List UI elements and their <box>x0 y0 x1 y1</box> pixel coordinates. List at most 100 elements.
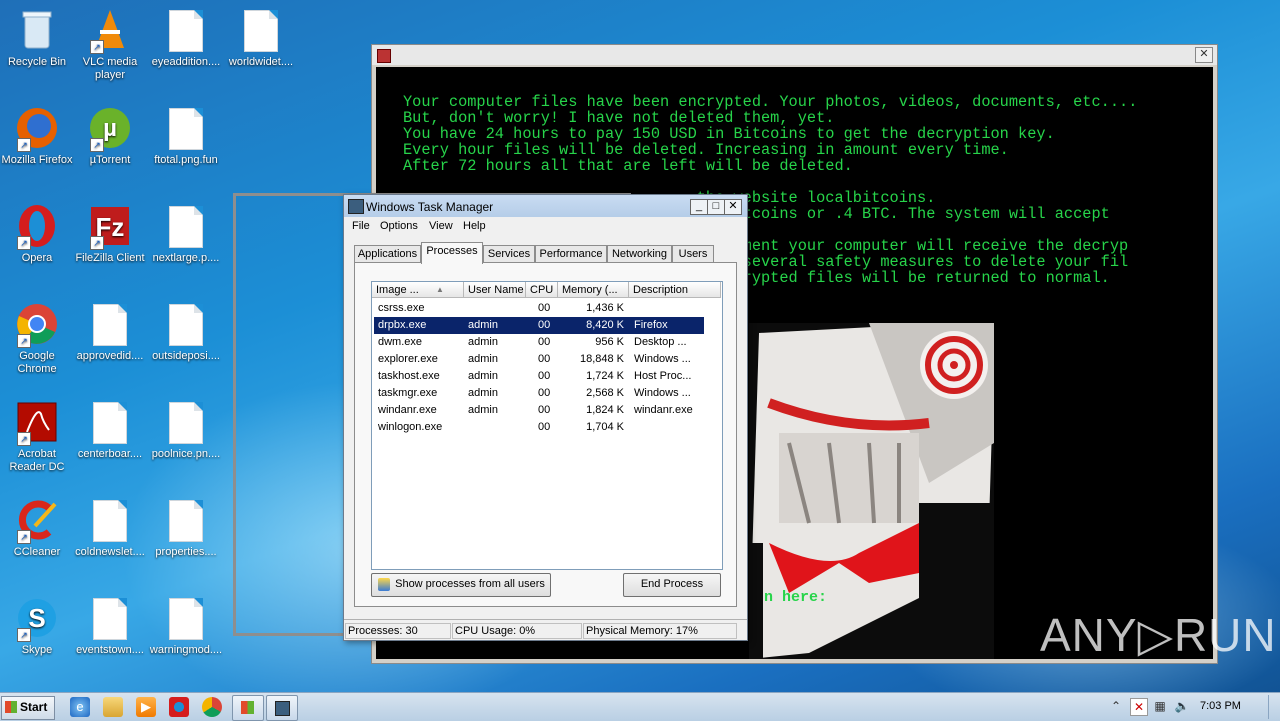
cell-cpu: 00 <box>538 370 551 382</box>
desktop-icon-label: VLC media player <box>82 56 138 81</box>
column-image-name[interactable]: Image ... ▲ <box>372 282 464 298</box>
cell-user: admin <box>468 336 498 348</box>
opera-taskbar-icon[interactable] <box>169 697 189 717</box>
tab-users[interactable]: Users <box>672 245 714 263</box>
maximize-button[interactable]: □ <box>707 199 725 215</box>
table-row-selected[interactable]: drpbx.exe admin 00 8,420 K Firefox <box>374 317 704 334</box>
desktop-icon-file[interactable]: coldnewslet.... <box>73 498 147 559</box>
desktop-icon-acrobat[interactable]: ↗ Acrobat Reader DC <box>0 400 74 474</box>
tab-applications[interactable]: Applications <box>354 245 421 263</box>
column-memory[interactable]: Memory (... <box>558 282 629 298</box>
desktop-icon-file[interactable]: poolnice.pn.... <box>149 400 223 461</box>
tab-services[interactable]: Services <box>483 245 535 263</box>
table-row[interactable]: explorer.exe admin 00 18,848 K Windows .… <box>374 351 704 368</box>
desktop-icon-file[interactable]: centerboar.... <box>73 400 147 461</box>
file-icon <box>93 402 127 444</box>
cell-image: taskhost.exe <box>378 370 440 382</box>
desktop-icon-skype[interactable]: S ↗ Skype <box>0 596 74 657</box>
task-manager-window[interactable]: Windows Task Manager _ □ ✕ File Options … <box>343 194 748 641</box>
column-cpu[interactable]: CPU <box>526 282 558 298</box>
svg-text:µ: µ <box>103 115 117 142</box>
ransomware-titlebar[interactable]: ✕ <box>372 45 1217 65</box>
end-process-button[interactable]: End Process <box>623 573 721 597</box>
cell-memory: 1,436 K <box>586 302 624 314</box>
start-button[interactable]: Start <box>1 696 55 720</box>
desktop-icon-file[interactable]: outsideposi.... <box>149 302 223 363</box>
menu-view[interactable]: View <box>429 220 453 232</box>
desktop-icon-file[interactable]: properties.... <box>149 498 223 559</box>
taskbar-app-ransomware[interactable] <box>232 695 264 721</box>
action-center-icon[interactable]: ✕ <box>1130 698 1148 716</box>
internet-explorer-icon[interactable]: e <box>70 697 90 717</box>
cell-user: admin <box>468 319 498 331</box>
show-all-processes-button[interactable]: Show processes from all users <box>371 573 551 597</box>
desktop-icon-chrome[interactable]: ↗ Google Chrome <box>0 302 74 376</box>
tab-performance[interactable]: Performance <box>535 245 607 263</box>
cell-memory: 956 K <box>595 336 624 348</box>
desktop-icon-firefox[interactable]: ↗ Mozilla Firefox <box>0 106 74 167</box>
clock[interactable]: 7:03 PM <box>1200 700 1241 712</box>
chrome-taskbar-icon[interactable] <box>202 697 222 717</box>
show-hidden-icons-button[interactable]: ⌃ <box>1108 698 1124 714</box>
cell-description: Desktop ... <box>634 336 687 348</box>
table-row[interactable]: winlogon.exe 00 1,704 K <box>374 419 704 436</box>
desktop-icon-vlc[interactable]: ↗ VLC media player <box>73 8 147 82</box>
tab-processes[interactable]: Processes <box>421 242 483 264</box>
volume-icon[interactable]: 🔈 <box>1174 698 1190 714</box>
table-row[interactable]: taskhost.exe admin 00 1,724 K Host Proc.… <box>374 368 704 385</box>
tab-networking[interactable]: Networking <box>607 245 672 263</box>
desktop-icon-opera[interactable]: ↗ Opera <box>0 204 74 265</box>
process-list[interactable]: Image ... ▲ User Name CPU Memory (... Des… <box>371 281 723 570</box>
cell-image: explorer.exe <box>378 353 438 365</box>
desktop-icon-label: eyeaddition.... <box>151 56 221 68</box>
desktop-icon-ccleaner[interactable]: ↗ CCleaner <box>0 498 74 559</box>
menu-help[interactable]: Help <box>463 220 486 232</box>
close-button[interactable]: ✕ <box>724 199 742 215</box>
desktop-icon-label: approvedid.... <box>76 350 144 362</box>
desktop-icon-label: ftotal.png.fun <box>154 154 218 166</box>
cell-cpu: 00 <box>538 404 551 416</box>
tab-strip: Applications Processes Services Performa… <box>354 242 734 264</box>
desktop-icon-file[interactable]: eyeaddition.... <box>149 8 223 69</box>
table-row[interactable]: windanr.exe admin 00 1,824 K windanr.exe <box>374 402 704 419</box>
media-player-icon[interactable]: ▶ <box>136 697 156 717</box>
show-desktop-button[interactable] <box>1268 695 1279 719</box>
shortcut-arrow-icon: ↗ <box>17 334 31 348</box>
desktop-icon-file[interactable]: eventstown.... <box>73 596 147 657</box>
file-icon <box>93 500 127 542</box>
button-label: Show processes from all users <box>395 578 545 590</box>
desktop-icon-label: worldwidet.... <box>228 56 294 68</box>
file-icon <box>169 10 203 52</box>
table-row[interactable]: csrss.exe 00 1,436 K <box>374 300 704 317</box>
processes-panel: Image ... ▲ User Name CPU Memory (... Des… <box>354 262 737 607</box>
file-explorer-icon[interactable] <box>103 697 123 717</box>
table-row[interactable]: taskmgr.exe admin 00 2,568 K Windows ... <box>374 385 704 402</box>
network-icon[interactable]: ▦ <box>1152 698 1168 714</box>
file-icon <box>169 402 203 444</box>
taskbar-app-task-manager[interactable] <box>266 695 298 721</box>
desktop-icon-file[interactable]: ftotal.png.fun <box>149 106 223 167</box>
column-user-name[interactable]: User Name <box>464 282 526 298</box>
desktop-icon-file[interactable]: warningmod.... <box>149 596 223 657</box>
task-manager-titlebar[interactable]: Windows Task Manager _ □ ✕ <box>344 195 747 217</box>
status-cpu-usage: CPU Usage: 0% <box>452 623 582 639</box>
cell-memory: 1,704 K <box>586 421 624 433</box>
desktop-icon-file[interactable]: approvedid.... <box>73 302 147 363</box>
close-button[interactable]: ✕ <box>1195 47 1213 63</box>
desktop-icon-file[interactable]: nextlarge.p.... <box>149 204 223 265</box>
desktop-icon-filezilla[interactable]: Fz ↗ FileZilla Client <box>73 204 147 265</box>
menu-options[interactable]: Options <box>380 220 418 232</box>
desktop-icon-label: CCleaner <box>13 546 61 558</box>
table-row[interactable]: dwm.exe admin 00 956 K Desktop ... <box>374 334 704 351</box>
menu-file[interactable]: File <box>352 220 370 232</box>
cell-user: admin <box>468 387 498 399</box>
desktop-icon-recycle-bin[interactable]: Recycle Bin <box>0 8 74 69</box>
acrobat-icon: ↗ <box>15 400 59 446</box>
shortcut-arrow-icon: ↗ <box>17 138 31 152</box>
column-description[interactable]: Description <box>629 282 721 298</box>
desktop-icon-file[interactable]: worldwidet.... <box>224 8 298 69</box>
cell-memory: 1,724 K <box>586 370 624 382</box>
desktop-icon-utorrent[interactable]: µ ↗ µTorrent <box>73 106 147 167</box>
minimize-button[interactable]: _ <box>690 199 708 215</box>
app-icon <box>241 701 254 714</box>
